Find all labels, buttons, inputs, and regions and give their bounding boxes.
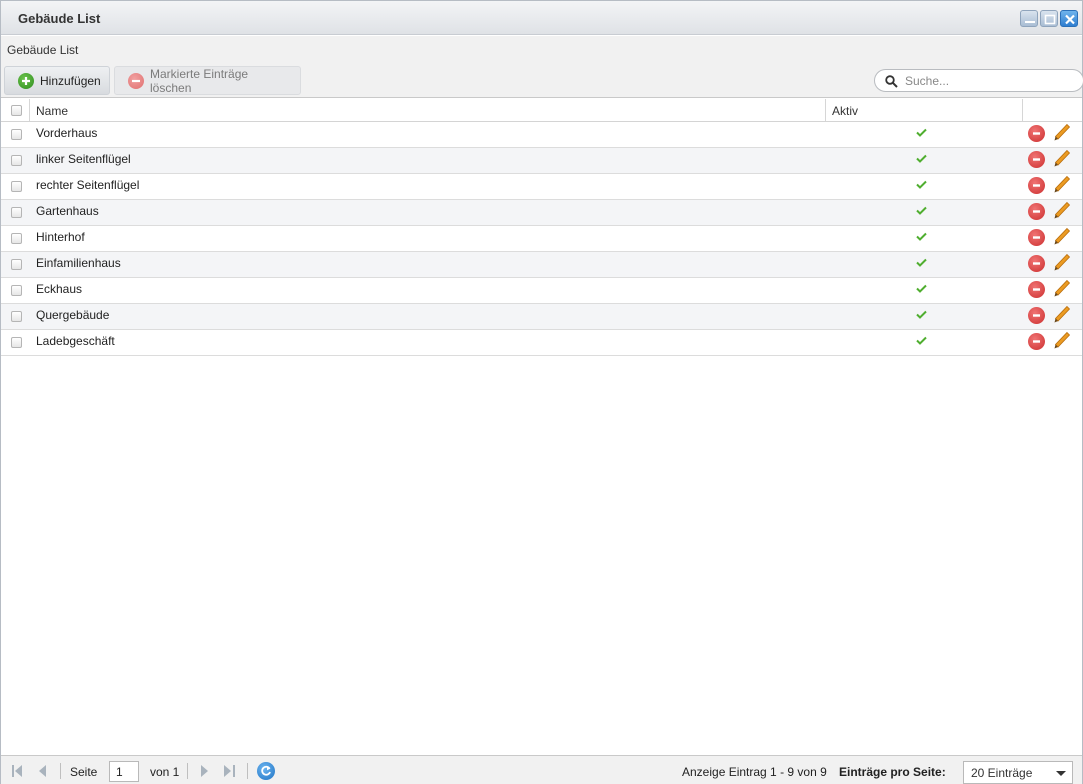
edit-pencil-icon[interactable] — [1053, 305, 1071, 325]
table-row[interactable]: Eckhaus — [1, 278, 1082, 304]
search-box[interactable] — [874, 69, 1083, 92]
check-icon — [916, 310, 927, 319]
row-name: Gartenhaus — [36, 204, 99, 218]
edit-pencil-icon[interactable] — [1053, 279, 1071, 299]
column-header-aktiv-label: Aktiv — [832, 104, 859, 118]
edit-pencil-icon[interactable] — [1053, 175, 1071, 195]
delete-row-icon[interactable] — [1028, 255, 1045, 272]
row-checkbox[interactable] — [11, 129, 22, 140]
check-icon — [916, 128, 927, 137]
row-name: Quergebäude — [36, 308, 110, 322]
check-icon — [916, 154, 927, 163]
per-page-select[interactable]: 20 Einträge — [963, 761, 1073, 784]
add-button-label: Hinzufügen — [40, 73, 101, 88]
table-header: Name Aktiv — [1, 99, 1082, 122]
row-name: Vorderhaus — [36, 126, 98, 140]
table-row[interactable]: Gartenhaus — [1, 200, 1082, 226]
chevron-down-icon[interactable] — [1050, 762, 1072, 783]
edit-pencil-icon[interactable] — [1053, 123, 1071, 143]
window-controls — [1020, 10, 1078, 27]
check-icon — [916, 180, 927, 189]
pager-separator — [187, 763, 188, 779]
column-header-aktiv[interactable]: Aktiv — [826, 99, 1023, 121]
row-name: Ladebgeschäft — [36, 334, 115, 348]
delete-row-icon[interactable] — [1028, 333, 1045, 350]
window-titlebar[interactable]: Gebäude List — [1, 1, 1082, 35]
window-title: Gebäude List — [18, 11, 101, 26]
delete-row-icon[interactable] — [1028, 125, 1045, 142]
table-row[interactable]: Ladebgeschäft — [1, 330, 1082, 356]
row-name: Einfamilienhaus — [36, 256, 121, 270]
row-name: Eckhaus — [36, 282, 83, 296]
row-name: rechter Seitenflügel — [36, 178, 140, 192]
check-icon — [916, 206, 927, 215]
page-number-input[interactable] — [109, 761, 139, 782]
minus-icon — [128, 72, 144, 89]
page-count-label: von 1 — [150, 765, 180, 779]
check-icon — [916, 284, 927, 293]
next-page-icon[interactable] — [200, 764, 210, 778]
panel-header: Gebäude List — [1, 36, 1082, 63]
row-checkbox[interactable] — [11, 233, 22, 244]
per-page-value: 20 Einträge — [971, 766, 1033, 780]
delete-row-icon[interactable] — [1028, 229, 1045, 246]
check-icon — [916, 336, 927, 345]
edit-pencil-icon[interactable] — [1053, 253, 1071, 273]
page-label: Seite — [70, 765, 98, 779]
display-info: Anzeige Eintrag 1 - 9 von 9 — [682, 765, 827, 779]
column-header-name-label: Name — [36, 104, 69, 118]
add-button[interactable]: Hinzufügen — [4, 66, 110, 95]
table-row[interactable]: rechter Seitenflügel — [1, 174, 1082, 200]
first-page-icon[interactable] — [11, 764, 24, 778]
delete-selected-button[interactable]: Markierte Einträge löschen — [114, 66, 301, 95]
previous-page-icon[interactable] — [37, 764, 47, 778]
refresh-icon[interactable] — [257, 762, 275, 780]
table-row[interactable]: Vorderhaus — [1, 122, 1082, 148]
minimize-icon[interactable] — [1020, 10, 1038, 27]
row-checkbox[interactable] — [11, 285, 22, 296]
edit-pencil-icon[interactable] — [1053, 201, 1071, 221]
edit-pencil-icon[interactable] — [1053, 227, 1071, 247]
search-icon — [885, 75, 898, 88]
edit-pencil-icon[interactable] — [1053, 331, 1071, 351]
row-checkbox[interactable] — [11, 337, 22, 348]
toolbar: Hinzufügen Markierte Einträge löschen — [1, 63, 1083, 98]
pagination-bar: Seite von 1 Anzeige Eintrag 1 - 9 von 9 … — [1, 755, 1082, 784]
delete-row-icon[interactable] — [1028, 281, 1045, 298]
search-input[interactable] — [905, 73, 1075, 89]
maximize-icon[interactable] — [1040, 10, 1058, 27]
panel-title: Gebäude List — [7, 43, 79, 57]
row-name: Hinterhof — [36, 230, 85, 244]
row-name: linker Seitenflügel — [36, 152, 131, 166]
edit-pencil-icon[interactable] — [1053, 149, 1071, 169]
row-checkbox[interactable] — [11, 155, 22, 166]
plus-icon — [18, 72, 34, 89]
window: Gebäude List Gebäude List Hinzufügen Mar… — [0, 0, 1083, 784]
pager-separator — [247, 763, 248, 779]
close-icon[interactable] — [1060, 10, 1078, 27]
per-page-label: Einträge pro Seite: — [839, 765, 946, 779]
check-icon — [916, 258, 927, 267]
delete-row-icon[interactable] — [1028, 203, 1045, 220]
table-row[interactable]: linker Seitenflügel — [1, 148, 1082, 174]
column-header-name[interactable]: Name — [30, 99, 826, 121]
check-icon — [916, 232, 927, 241]
table-row[interactable]: Quergebäude — [1, 304, 1082, 330]
last-page-icon[interactable] — [223, 764, 236, 778]
pager-separator — [60, 763, 61, 779]
delete-row-icon[interactable] — [1028, 307, 1045, 324]
header-select-cell — [1, 99, 30, 121]
delete-row-icon[interactable] — [1028, 151, 1045, 168]
row-checkbox[interactable] — [11, 207, 22, 218]
select-all-checkbox[interactable] — [11, 105, 22, 116]
delete-selected-label: Markierte Einträge löschen — [150, 66, 249, 95]
row-checkbox[interactable] — [11, 311, 22, 322]
row-checkbox[interactable] — [11, 181, 22, 192]
table-row[interactable]: Hinterhof — [1, 226, 1082, 252]
delete-row-icon[interactable] — [1028, 177, 1045, 194]
table-row[interactable]: Einfamilienhaus — [1, 252, 1082, 278]
row-checkbox[interactable] — [11, 259, 22, 270]
